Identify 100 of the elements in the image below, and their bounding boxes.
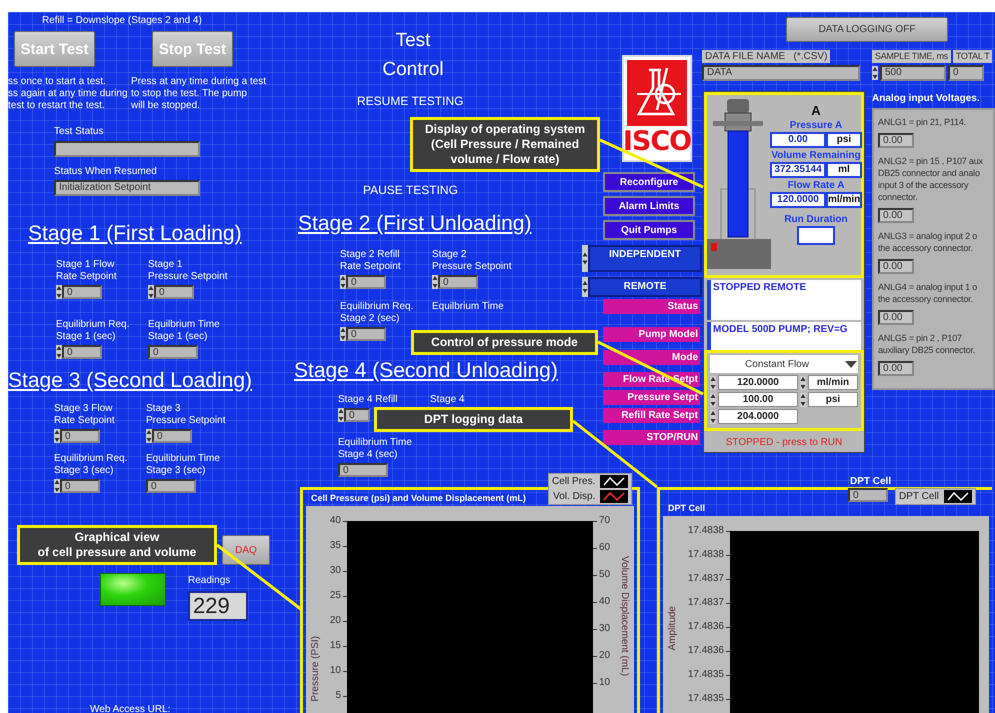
setpoint-field[interactable]: 204.0000: [718, 409, 798, 424]
spinner-arrows-icon[interactable]: [148, 285, 154, 299]
data-logging-button[interactable]: DATA LOGGING OFF: [786, 17, 948, 42]
analog-value: 0.00: [878, 133, 914, 148]
number-field[interactable]: 0: [438, 275, 478, 289]
number-field[interactable]: 0: [344, 408, 370, 422]
pump-label: STOP/RUN: [603, 430, 700, 445]
spinner-arrows-icon[interactable]: [582, 277, 588, 297]
axis-tick-label: 17.4838: [688, 526, 724, 536]
pump-label: Refill Rate Setpt: [603, 408, 700, 423]
note-text: Refill = Downslope (Stages 2 and 4): [42, 15, 202, 27]
unit-field[interactable]: psi: [808, 392, 858, 407]
spinner-arrows-icon[interactable]: [710, 410, 716, 424]
switch-label: RESUME TESTING: [357, 95, 464, 107]
file-name-field[interactable]: DATA: [702, 65, 860, 81]
stage-heading: Stage 4 (Second Unloading): [294, 359, 558, 383]
tick-mark: [593, 548, 597, 549]
callout-label: DPT logging data: [374, 407, 573, 432]
value-field: 0: [848, 488, 888, 502]
stage-heading: Stage 1 (First Loading): [28, 222, 242, 246]
field-label: Equilibrium Req. Stage 1 (sec): [56, 319, 130, 343]
tick-mark: [726, 555, 730, 556]
spinner-arrows-icon[interactable]: [710, 376, 716, 390]
reading-value: 0.00: [770, 132, 826, 148]
setpoint-field[interactable]: 100.00: [718, 392, 798, 407]
field-label: Equilibrium Req. Stage 3 (sec): [54, 453, 128, 477]
spinner-arrows-icon[interactable]: [56, 345, 62, 359]
analog-description: ANLG2 = pin 15 , P107 aux DB25 connector and analo input 3 of the accessory connector.: [878, 155, 984, 203]
spinner-arrows-icon[interactable]: [340, 327, 346, 341]
chart-title: DPT Cell: [668, 502, 706, 515]
analog-value: 0.00: [878, 259, 914, 274]
panel-title: Test Control: [381, 29, 445, 82]
spinner-arrows-icon[interactable]: [800, 392, 806, 406]
spinner-arrows-icon[interactable]: [54, 479, 60, 493]
axis-tick-label: 5: [335, 691, 341, 701]
number-field[interactable]: 500: [880, 65, 946, 81]
readings-value: 229: [188, 591, 248, 621]
pump-button[interactable]: Quit Pumps: [603, 220, 695, 240]
tick-mark: [343, 546, 347, 547]
reading-value: 120.0000: [770, 192, 826, 208]
field-label: TOTAL T: [952, 50, 992, 63]
spinner-arrows-icon[interactable]: [54, 429, 60, 443]
number-field[interactable]: 0: [152, 429, 192, 443]
spinner-arrows-icon[interactable]: [340, 275, 346, 289]
number-field[interactable]: 0: [346, 275, 386, 289]
spinner-arrows-icon[interactable]: [710, 392, 716, 406]
spinner-arrows-icon[interactable]: [872, 66, 878, 80]
mode-dropdown[interactable]: Constant Flow: [710, 355, 858, 373]
number-field[interactable]: 0: [62, 345, 102, 359]
pump-name: A: [811, 103, 821, 118]
mode-selector[interactable]: REMOTE: [588, 277, 702, 297]
line-swatch-icon: [600, 475, 628, 488]
spinner-arrows-icon[interactable]: [432, 275, 438, 289]
legend-label: Cell Pres.: [552, 476, 596, 488]
axis-tick-label: 15: [330, 641, 341, 651]
spinner-arrows-icon[interactable]: [582, 245, 588, 272]
spinner-arrows-icon[interactable]: [146, 429, 152, 443]
number-field[interactable]: 0: [60, 429, 100, 443]
setpoint-field[interactable]: 120.0000: [718, 375, 798, 390]
tick-mark: [343, 571, 347, 572]
tick-mark: [593, 629, 597, 630]
field-label: Stage 2 Pressure Setpoint: [432, 249, 512, 273]
reading-label: Flow Rate A: [788, 180, 844, 192]
field-label: Test Status: [54, 126, 104, 138]
pump-label: Status: [603, 299, 700, 314]
axis-tick-label: 20: [599, 651, 610, 661]
number-field[interactable]: 0: [154, 285, 194, 299]
pump-label: Mode: [603, 350, 700, 365]
field-label: Equilbrium Time Stage 1 (sec): [148, 319, 220, 343]
axis-tick-label: 40: [330, 516, 341, 526]
spinner-arrows-icon[interactable]: [56, 285, 62, 299]
spinner-arrows-icon[interactable]: [800, 376, 806, 390]
field-label: Stage 3 Pressure Setpoint: [146, 403, 226, 427]
unit-field[interactable]: ml/min: [808, 375, 858, 390]
pump-button[interactable]: Alarm Limits: [603, 196, 695, 216]
tick-mark: [343, 646, 347, 647]
callout-label: Display of operating system (Cell Pressure / Remained volume / Flow rate): [410, 117, 600, 172]
axis-tick-label: 17.4835: [688, 670, 724, 680]
spinner-arrows-icon[interactable]: [338, 408, 344, 422]
logo-text: ISCO: [622, 126, 692, 158]
model-text-box: MODEL 500D PUMP; REV=G: [707, 322, 861, 350]
axis-label: Volume Displacement (mL): [619, 556, 630, 676]
field-label: Equilibrium Time Stage 4 (sec): [338, 437, 412, 461]
callout-label: Control of pressure mode: [411, 330, 598, 355]
number-field[interactable]: 0: [60, 479, 100, 493]
pump-button[interactable]: Reconfigure: [603, 172, 695, 192]
field-label: Web Access URL:: [90, 704, 170, 713]
instruction-text: Press at any time during a test to stop the test. The pump will be stopped.: [131, 76, 266, 112]
unit-label: ml/min: [826, 192, 862, 208]
duration-field: [797, 226, 835, 245]
tick-mark: [726, 627, 730, 628]
axis-tick-label: 70: [599, 516, 610, 526]
axis-label: Amplitude: [667, 606, 678, 650]
instruction-text: ss once to start a test. ss again at any time during test to restart the test.: [8, 76, 128, 112]
mode-selector[interactable]: INDEPENDENT: [588, 245, 702, 272]
line-swatch-icon: [600, 490, 628, 503]
number-field[interactable]: 0: [346, 327, 386, 341]
axis-tick-label: 17.4836: [688, 622, 724, 632]
number-field[interactable]: 0: [62, 285, 102, 299]
unit-label: ml: [826, 162, 862, 178]
